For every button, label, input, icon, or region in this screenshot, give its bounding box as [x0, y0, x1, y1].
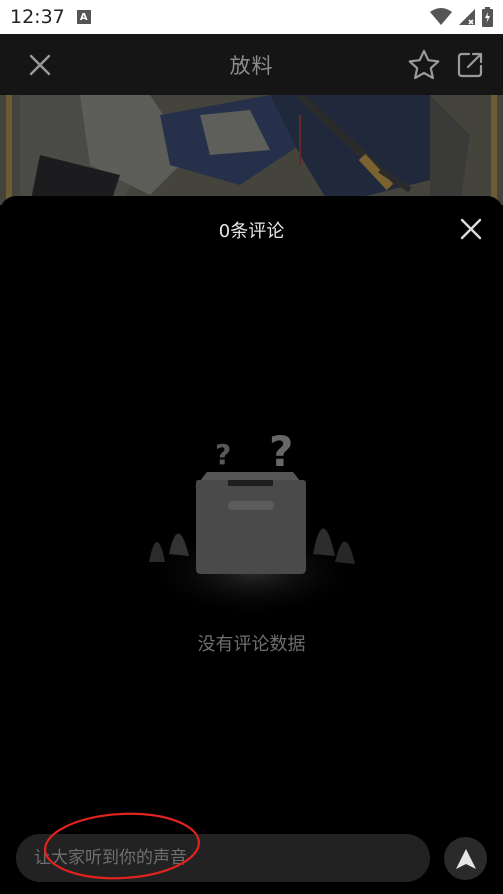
empty-state-text: 没有评论数据	[197, 634, 306, 655]
artwork-illustration	[0, 95, 503, 205]
send-button[interactable]	[444, 837, 487, 880]
status-time: 12:37	[10, 6, 65, 28]
send-arrow-icon	[455, 848, 476, 869]
status-indicators	[430, 7, 493, 27]
star-icon[interactable]	[407, 49, 441, 81]
comment-input[interactable]	[16, 834, 430, 882]
svg-text:?: ?	[215, 438, 231, 471]
status-bar: 12:37 A	[0, 0, 503, 34]
battery-charging-icon	[482, 7, 493, 27]
empty-box-illustration: ? ?	[145, 432, 361, 618]
app-header: 放料	[0, 34, 503, 95]
close-icon[interactable]	[460, 218, 482, 240]
external-share-icon[interactable]	[456, 51, 484, 79]
wifi-icon	[430, 8, 452, 25]
background-artwork	[0, 95, 503, 205]
close-icon[interactable]	[27, 52, 53, 78]
comments-count-title: 0条评论	[218, 221, 285, 242]
svg-text:?: ?	[269, 432, 293, 476]
signal-icon	[459, 9, 475, 25]
page-title: 放料	[229, 53, 274, 78]
comments-panel: 0条评论 ? ? 没有评论数据	[0, 196, 503, 894]
notification-icon: A	[76, 10, 91, 24]
